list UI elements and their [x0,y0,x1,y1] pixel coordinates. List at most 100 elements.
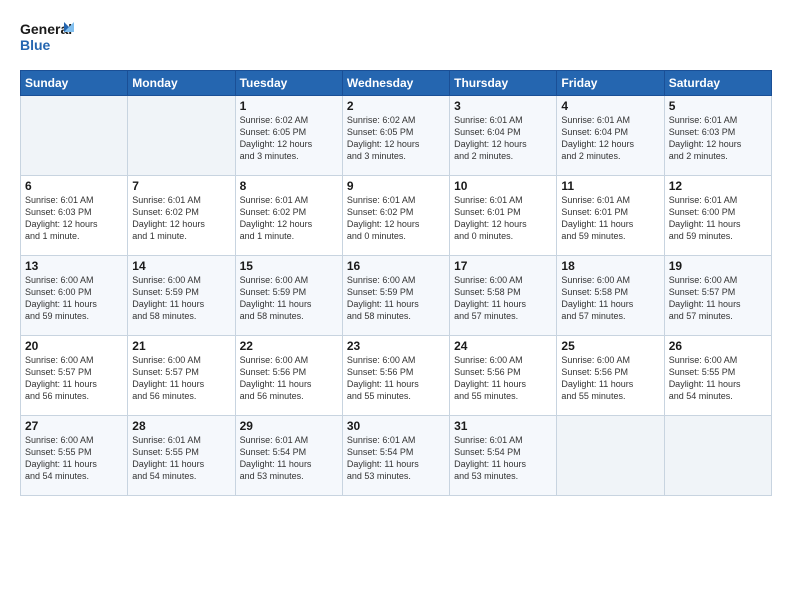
day-info: Sunrise: 6:00 AM Sunset: 5:55 PM Dayligh… [25,434,123,483]
day-number: 10 [454,179,552,193]
weekday-header-thursday: Thursday [450,71,557,96]
day-number: 14 [132,259,230,273]
day-number: 2 [347,99,445,113]
calendar-cell: 11Sunrise: 6:01 AM Sunset: 6:01 PM Dayli… [557,176,664,256]
calendar-cell: 13Sunrise: 6:00 AM Sunset: 6:00 PM Dayli… [21,256,128,336]
day-number: 4 [561,99,659,113]
day-info: Sunrise: 6:01 AM Sunset: 6:00 PM Dayligh… [669,194,767,243]
day-info: Sunrise: 6:00 AM Sunset: 5:58 PM Dayligh… [454,274,552,323]
calendar-cell: 12Sunrise: 6:01 AM Sunset: 6:00 PM Dayli… [664,176,771,256]
weekday-header-saturday: Saturday [664,71,771,96]
day-info: Sunrise: 6:00 AM Sunset: 5:56 PM Dayligh… [347,354,445,403]
logo-svg: General Blue [20,18,74,60]
calendar-cell: 17Sunrise: 6:00 AM Sunset: 5:58 PM Dayli… [450,256,557,336]
calendar-cell: 31Sunrise: 6:01 AM Sunset: 5:54 PM Dayli… [450,416,557,496]
calendar-cell: 6Sunrise: 6:01 AM Sunset: 6:03 PM Daylig… [21,176,128,256]
day-number: 26 [669,339,767,353]
day-number: 9 [347,179,445,193]
day-info: Sunrise: 6:00 AM Sunset: 5:57 PM Dayligh… [669,274,767,323]
day-number: 21 [132,339,230,353]
calendar-cell: 2Sunrise: 6:02 AM Sunset: 6:05 PM Daylig… [342,96,449,176]
calendar-cell: 9Sunrise: 6:01 AM Sunset: 6:02 PM Daylig… [342,176,449,256]
day-number: 15 [240,259,338,273]
calendar-cell: 1Sunrise: 6:02 AM Sunset: 6:05 PM Daylig… [235,96,342,176]
calendar-cell: 30Sunrise: 6:01 AM Sunset: 5:54 PM Dayli… [342,416,449,496]
calendar-body: 1Sunrise: 6:02 AM Sunset: 6:05 PM Daylig… [21,96,772,496]
day-info: Sunrise: 6:01 AM Sunset: 6:02 PM Dayligh… [347,194,445,243]
calendar-cell: 5Sunrise: 6:01 AM Sunset: 6:03 PM Daylig… [664,96,771,176]
week-row-3: 13Sunrise: 6:00 AM Sunset: 6:00 PM Dayli… [21,256,772,336]
weekday-header-row: SundayMondayTuesdayWednesdayThursdayFrid… [21,71,772,96]
calendar-cell: 22Sunrise: 6:00 AM Sunset: 5:56 PM Dayli… [235,336,342,416]
calendar-cell: 15Sunrise: 6:00 AM Sunset: 5:59 PM Dayli… [235,256,342,336]
weekday-header-friday: Friday [557,71,664,96]
day-info: Sunrise: 6:00 AM Sunset: 5:59 PM Dayligh… [132,274,230,323]
calendar-cell: 24Sunrise: 6:00 AM Sunset: 5:56 PM Dayli… [450,336,557,416]
day-number: 31 [454,419,552,433]
page: General Blue SundayMondayTuesdayWednesda… [0,0,792,612]
week-row-2: 6Sunrise: 6:01 AM Sunset: 6:03 PM Daylig… [21,176,772,256]
calendar-cell: 14Sunrise: 6:00 AM Sunset: 5:59 PM Dayli… [128,256,235,336]
week-row-4: 20Sunrise: 6:00 AM Sunset: 5:57 PM Dayli… [21,336,772,416]
day-info: Sunrise: 6:00 AM Sunset: 6:00 PM Dayligh… [25,274,123,323]
day-number: 25 [561,339,659,353]
calendar-cell: 4Sunrise: 6:01 AM Sunset: 6:04 PM Daylig… [557,96,664,176]
day-info: Sunrise: 6:00 AM Sunset: 5:57 PM Dayligh… [132,354,230,403]
weekday-header-monday: Monday [128,71,235,96]
day-info: Sunrise: 6:01 AM Sunset: 6:02 PM Dayligh… [240,194,338,243]
day-info: Sunrise: 6:01 AM Sunset: 6:02 PM Dayligh… [132,194,230,243]
day-number: 18 [561,259,659,273]
calendar-cell: 18Sunrise: 6:00 AM Sunset: 5:58 PM Dayli… [557,256,664,336]
day-info: Sunrise: 6:01 AM Sunset: 6:03 PM Dayligh… [669,114,767,163]
day-number: 13 [25,259,123,273]
calendar-cell: 26Sunrise: 6:00 AM Sunset: 5:55 PM Dayli… [664,336,771,416]
day-number: 30 [347,419,445,433]
weekday-header-tuesday: Tuesday [235,71,342,96]
week-row-5: 27Sunrise: 6:00 AM Sunset: 5:55 PM Dayli… [21,416,772,496]
calendar-cell [128,96,235,176]
calendar-cell [664,416,771,496]
header: General Blue [20,18,772,60]
calendar-table: SundayMondayTuesdayWednesdayThursdayFrid… [20,70,772,496]
day-number: 16 [347,259,445,273]
day-number: 1 [240,99,338,113]
calendar-cell: 25Sunrise: 6:00 AM Sunset: 5:56 PM Dayli… [557,336,664,416]
calendar-cell: 3Sunrise: 6:01 AM Sunset: 6:04 PM Daylig… [450,96,557,176]
day-number: 22 [240,339,338,353]
day-info: Sunrise: 6:01 AM Sunset: 6:04 PM Dayligh… [561,114,659,163]
calendar-cell: 21Sunrise: 6:00 AM Sunset: 5:57 PM Dayli… [128,336,235,416]
day-number: 23 [347,339,445,353]
day-number: 17 [454,259,552,273]
day-info: Sunrise: 6:00 AM Sunset: 5:56 PM Dayligh… [561,354,659,403]
day-info: Sunrise: 6:00 AM Sunset: 5:57 PM Dayligh… [25,354,123,403]
day-number: 27 [25,419,123,433]
weekday-header-wednesday: Wednesday [342,71,449,96]
day-info: Sunrise: 6:01 AM Sunset: 6:04 PM Dayligh… [454,114,552,163]
day-number: 20 [25,339,123,353]
day-info: Sunrise: 6:01 AM Sunset: 5:55 PM Dayligh… [132,434,230,483]
calendar-cell: 7Sunrise: 6:01 AM Sunset: 6:02 PM Daylig… [128,176,235,256]
day-info: Sunrise: 6:00 AM Sunset: 5:59 PM Dayligh… [240,274,338,323]
day-number: 11 [561,179,659,193]
day-info: Sunrise: 6:00 AM Sunset: 5:55 PM Dayligh… [669,354,767,403]
calendar-cell: 28Sunrise: 6:01 AM Sunset: 5:55 PM Dayli… [128,416,235,496]
day-number: 12 [669,179,767,193]
day-number: 7 [132,179,230,193]
weekday-header-sunday: Sunday [21,71,128,96]
calendar-cell: 27Sunrise: 6:00 AM Sunset: 5:55 PM Dayli… [21,416,128,496]
day-number: 19 [669,259,767,273]
calendar-cell [557,416,664,496]
calendar-cell: 19Sunrise: 6:00 AM Sunset: 5:57 PM Dayli… [664,256,771,336]
day-info: Sunrise: 6:00 AM Sunset: 5:56 PM Dayligh… [240,354,338,403]
calendar-cell: 29Sunrise: 6:01 AM Sunset: 5:54 PM Dayli… [235,416,342,496]
day-number: 3 [454,99,552,113]
day-info: Sunrise: 6:01 AM Sunset: 5:54 PM Dayligh… [240,434,338,483]
calendar-cell: 8Sunrise: 6:01 AM Sunset: 6:02 PM Daylig… [235,176,342,256]
calendar-cell: 16Sunrise: 6:00 AM Sunset: 5:59 PM Dayli… [342,256,449,336]
day-info: Sunrise: 6:00 AM Sunset: 5:56 PM Dayligh… [454,354,552,403]
svg-text:Blue: Blue [20,37,51,53]
day-info: Sunrise: 6:01 AM Sunset: 5:54 PM Dayligh… [347,434,445,483]
day-info: Sunrise: 6:01 AM Sunset: 6:01 PM Dayligh… [454,194,552,243]
day-info: Sunrise: 6:01 AM Sunset: 5:54 PM Dayligh… [454,434,552,483]
calendar-cell: 23Sunrise: 6:00 AM Sunset: 5:56 PM Dayli… [342,336,449,416]
